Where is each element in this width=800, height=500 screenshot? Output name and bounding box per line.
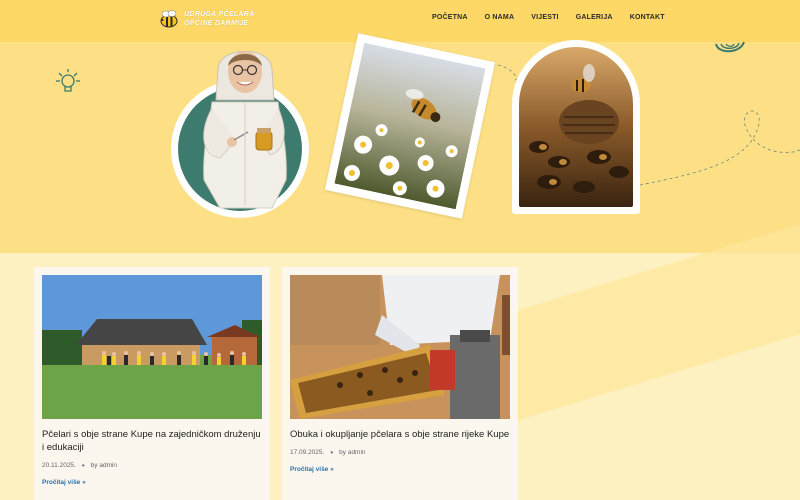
bee-daisy-image [334, 42, 486, 210]
site-logo[interactable]: UDRUGA PČELARA OPĆINE DARMIJE [158, 9, 254, 29]
bee-logo-icon [160, 10, 178, 28]
beekeeping-photo-image [290, 275, 510, 419]
bee-comb-photo [512, 40, 640, 214]
nav-item-pocetna[interactable]: POČETNA [432, 14, 468, 21]
nav-item-vijesti[interactable]: VIJESTI [531, 14, 558, 21]
group-photo-image [42, 275, 262, 419]
post-image[interactable] [290, 275, 510, 419]
post-meta: 17.09.2025. • by admin [290, 448, 366, 457]
site-header: UDRUGA PČELARA OPĆINE DARMIJE POČETNA O … [0, 0, 800, 42]
post-image[interactable] [42, 275, 262, 419]
main-nav: POČETNA O NAMA VIJESTI GALERIJA KONTAKT [432, 14, 665, 21]
post-card: Obuka i okupljanje pčelara s obje strane… [282, 267, 518, 500]
read-more-link[interactable]: Pročitaj više » [290, 466, 334, 473]
meta-separator: • [81, 461, 85, 470]
lightbulb-icon [56, 69, 80, 92]
post-date: 17.09.2025. [290, 449, 325, 456]
read-more-link[interactable]: Pročitaj više » [42, 479, 86, 486]
post-title[interactable]: Pčelari s obje strane Kupe na zajedničko… [42, 428, 264, 454]
post-date: 20.11.2025. [42, 462, 76, 469]
nav-item-galerija[interactable]: GALERIJA [576, 14, 613, 21]
post-card: Pčelari s obje strane Kupe na zajedničko… [34, 267, 270, 500]
nav-item-kontakt[interactable]: KONTAKT [630, 14, 665, 21]
post-author: by admin [339, 449, 366, 456]
post-title[interactable]: Obuka i okupljanje pčelara s obje strane… [290, 428, 512, 441]
nav-item-o-nama[interactable]: O NAMA [485, 14, 515, 21]
logo-line-1: UDRUGA PČELARA [184, 11, 255, 18]
post-meta: 20.11.2025. • by admin [42, 461, 117, 470]
logo-line-2: OPĆINE DARMIJE [184, 20, 249, 27]
meta-separator: • [330, 448, 334, 457]
beekeeper-portrait [203, 50, 287, 209]
bee-comb-image [519, 47, 633, 207]
post-author: by admin [90, 462, 118, 469]
